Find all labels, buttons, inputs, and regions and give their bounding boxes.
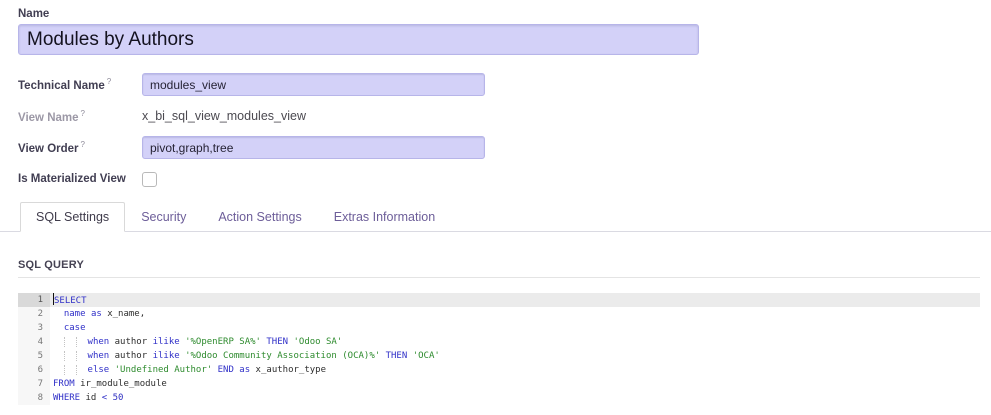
indent-guide: [65, 337, 77, 347]
view-order-input[interactable]: [142, 136, 485, 159]
code-token: author: [109, 337, 152, 347]
code-token: case: [64, 323, 86, 333]
line-number: 3: [18, 321, 50, 335]
tab-action-settings[interactable]: Action Settings: [202, 202, 317, 232]
field-row-is-materialized-view: Is Materialized View: [18, 171, 980, 187]
code-line-content: when author ilike '%Odoo Community Assoc…: [50, 349, 980, 363]
sql-query-section-title: SQL QUERY: [18, 259, 980, 271]
code-line-content: else 'Undefined Author' END as x_author_…: [50, 363, 980, 377]
code-token: else: [88, 365, 110, 375]
view-name-label: View Name?: [18, 109, 142, 124]
technical-name-input[interactable]: [142, 73, 485, 96]
code-token: THEN: [266, 337, 288, 347]
code-token: ilike: [153, 351, 180, 361]
code-line-content: SELECT: [50, 293, 980, 307]
code-token: SELECT: [54, 296, 87, 306]
code-token: ir_module_module: [75, 379, 167, 389]
view-name-value: x_bi_sql_view_modules_view: [142, 109, 306, 123]
help-icon[interactable]: ?: [81, 109, 85, 118]
name-field-label: Name: [18, 8, 980, 20]
tab-extras-information[interactable]: Extras Information: [318, 202, 451, 232]
sql-settings-panel: SQL QUERY 1SELECT2 name as x_name,3 case…: [0, 259, 991, 405]
name-input[interactable]: [18, 24, 699, 55]
code-token: 'OCA': [413, 351, 440, 361]
field-rows: Technical Name? View Name?x_bi_sql_view_m…: [18, 73, 980, 187]
code-token: THEN: [386, 351, 408, 361]
code-token: as: [239, 365, 250, 375]
code-line-content: case: [50, 321, 980, 335]
code-line[interactable]: 8WHERE id < 50: [18, 391, 980, 405]
code-line[interactable]: 2 name as x_name,: [18, 307, 980, 321]
line-number: 4: [18, 335, 50, 349]
code-token: [77, 351, 88, 361]
line-number: 7: [18, 377, 50, 391]
notebook-tabbar: SQL SettingsSecurityAction SettingsExtra…: [0, 202, 991, 232]
field-row-view-name: View Name?x_bi_sql_view_modules_view: [18, 108, 980, 124]
code-line[interactable]: 7FROM ir_module_module: [18, 377, 980, 391]
indent-guide: [65, 365, 77, 375]
line-number: 2: [18, 307, 50, 321]
code-token: '%OpenERP SA%': [185, 337, 261, 347]
code-token: 'Undefined Author': [115, 365, 213, 375]
section-divider: [18, 277, 980, 278]
code-token: 50: [113, 393, 124, 403]
sql-query-editor[interactable]: 1SELECT2 name as x_name,3 case4 when aut…: [18, 293, 980, 405]
is-materialized-view-checkbox[interactable]: [142, 172, 157, 187]
code-token: END: [218, 365, 234, 375]
code-token: x_name,: [102, 309, 145, 319]
code-token: id: [80, 393, 102, 403]
field-row-view-order: View Order?: [18, 136, 980, 159]
code-token: author: [109, 351, 152, 361]
code-line[interactable]: 4 when author ilike '%OpenERP SA%' THEN …: [18, 335, 980, 349]
help-icon[interactable]: ?: [107, 77, 111, 86]
code-token: [53, 309, 64, 319]
code-token: x_author_type: [250, 365, 326, 375]
is-materialized-view-label: Is Materialized View: [18, 173, 142, 185]
code-token: [77, 337, 88, 347]
code-token: when: [88, 351, 110, 361]
indent-guide: [65, 351, 77, 361]
code-line[interactable]: 6 else 'Undefined Author' END as x_autho…: [18, 363, 980, 377]
tab-security[interactable]: Security: [125, 202, 202, 232]
code-line[interactable]: 5 when author ilike '%Odoo Community Ass…: [18, 349, 980, 363]
code-token: as: [91, 309, 102, 319]
code-line[interactable]: 3 case: [18, 321, 980, 335]
code-line-content: name as x_name,: [50, 307, 980, 321]
line-number: 8: [18, 391, 50, 405]
indent-guide: [53, 365, 65, 375]
help-icon[interactable]: ?: [81, 140, 85, 149]
code-token: [77, 365, 88, 375]
indent-guide: [53, 337, 65, 347]
technical-name-label: Technical Name?: [18, 77, 142, 92]
line-number: 1: [18, 293, 50, 307]
code-token: '%Odoo Community Association (OCA)%': [185, 351, 380, 361]
indent-guide: [53, 351, 65, 361]
code-token: name: [64, 309, 86, 319]
field-row-technical-name: Technical Name?: [18, 73, 980, 96]
code-token: ilike: [153, 337, 180, 347]
code-line-content: FROM ir_module_module: [50, 377, 980, 391]
code-token: FROM: [53, 379, 75, 389]
code-token: when: [88, 337, 110, 347]
tab-sql-settings[interactable]: SQL Settings: [20, 202, 125, 232]
form-sheet: Name Technical Name? View Name?x_bi_sql_v…: [0, 8, 991, 187]
code-token: WHERE: [53, 393, 80, 403]
line-number: 6: [18, 363, 50, 377]
code-token: [53, 323, 64, 333]
code-token: 'Odoo SA': [293, 337, 342, 347]
line-number: 5: [18, 349, 50, 363]
code-line[interactable]: 1 SELECT: [18, 293, 980, 307]
view-order-label: View Order?: [18, 140, 142, 155]
code-line-content: when author ilike '%OpenERP SA%' THEN 'O…: [50, 335, 980, 349]
code-line-content: WHERE id < 50: [50, 391, 980, 405]
